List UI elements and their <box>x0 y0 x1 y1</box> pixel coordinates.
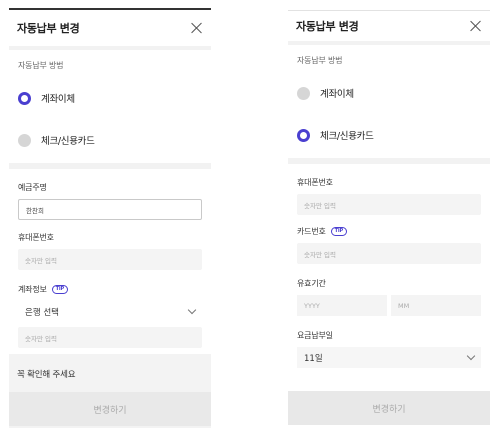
billing-day-select[interactable]: 11일 <box>297 347 481 368</box>
radio-card[interactable]: 체크/신용카드 <box>288 114 490 156</box>
account-info-label-text: 계좌정보 <box>18 284 47 294</box>
modal-title: 자동납부 변경 <box>296 20 359 33</box>
account-number-input[interactable]: 숫자만 입력 <box>18 327 202 348</box>
phone-label: 휴대폰번호 <box>297 177 333 187</box>
billing-day-label: 요금납부일 <box>297 330 333 340</box>
billing-day-value: 11일 <box>304 353 323 364</box>
chevron-down-icon <box>187 305 197 315</box>
autopay-panel-card: 자동납부 변경 자동납부 방법 계좌이체 체크/신용카드 휴대폰번호 숫자만 입… <box>288 10 490 430</box>
radio-label: 계좌이체 <box>320 89 354 100</box>
phone-input[interactable]: 숫자만 입력 <box>18 249 202 270</box>
modal-header: 자동납부 변경 <box>288 11 490 41</box>
payment-method-label: 자동납부 방법 <box>18 61 64 70</box>
radio-card[interactable]: 체크/신용카드 <box>9 119 211 161</box>
modal-title: 자동납부 변경 <box>17 22 80 35</box>
bank-select-value: 은행 선택 <box>25 307 59 318</box>
holder-label: 예금주명 <box>18 182 47 192</box>
radio-unchecked-icon <box>297 86 310 100</box>
radio-label: 체크/신용카드 <box>320 131 374 142</box>
tip-badge[interactable]: TIP <box>330 226 347 236</box>
modal-header: 자동납부 변경 <box>9 10 211 46</box>
expiry-inputs: YYYY MM <box>297 295 481 316</box>
bank-select[interactable]: 은행 선택 <box>18 301 202 322</box>
expiry-label: 유효기간 <box>297 278 326 288</box>
phone-input[interactable]: 숫자만 입력 <box>297 194 481 215</box>
radio-label: 계좌이체 <box>41 94 75 105</box>
radio-bank-transfer[interactable]: 계좌이체 <box>9 77 211 119</box>
radio-bank-transfer[interactable]: 계좌이체 <box>288 72 490 114</box>
payment-method-label: 자동납부 방법 <box>297 56 343 65</box>
radio-unchecked-icon <box>18 133 31 147</box>
tip-badge[interactable]: TIP <box>51 284 68 294</box>
card-number-input[interactable]: 숫자만 입력 <box>297 243 481 264</box>
card-number-label-text: 카드번호 <box>297 226 326 236</box>
submit-button[interactable]: 변경하기 <box>288 391 490 425</box>
autopay-panel-bank-transfer: 자동납부 변경 자동납부 방법 계좌이체 체크/신용카드 예금주명 한찬희 휴대… <box>9 8 211 428</box>
expiry-month-input[interactable]: MM <box>391 295 481 316</box>
close-icon[interactable] <box>191 22 203 34</box>
phone-label: 휴대폰번호 <box>18 232 54 242</box>
close-icon[interactable] <box>470 20 482 32</box>
chevron-down-icon <box>466 351 476 361</box>
radio-checked-icon <box>18 91 31 105</box>
account-info-label: 계좌정보 TIP <box>9 283 211 295</box>
submit-button[interactable]: 변경하기 <box>9 392 211 426</box>
holder-input[interactable]: 한찬희 <box>18 199 202 220</box>
radio-checked-icon <box>297 128 310 142</box>
card-number-label: 카드번호 TIP <box>288 225 490 237</box>
radio-label: 체크/신용카드 <box>41 136 95 147</box>
notice-title: 꼭 확인해 주세요 <box>17 370 76 380</box>
expiry-year-input[interactable]: YYYY <box>297 295 387 316</box>
